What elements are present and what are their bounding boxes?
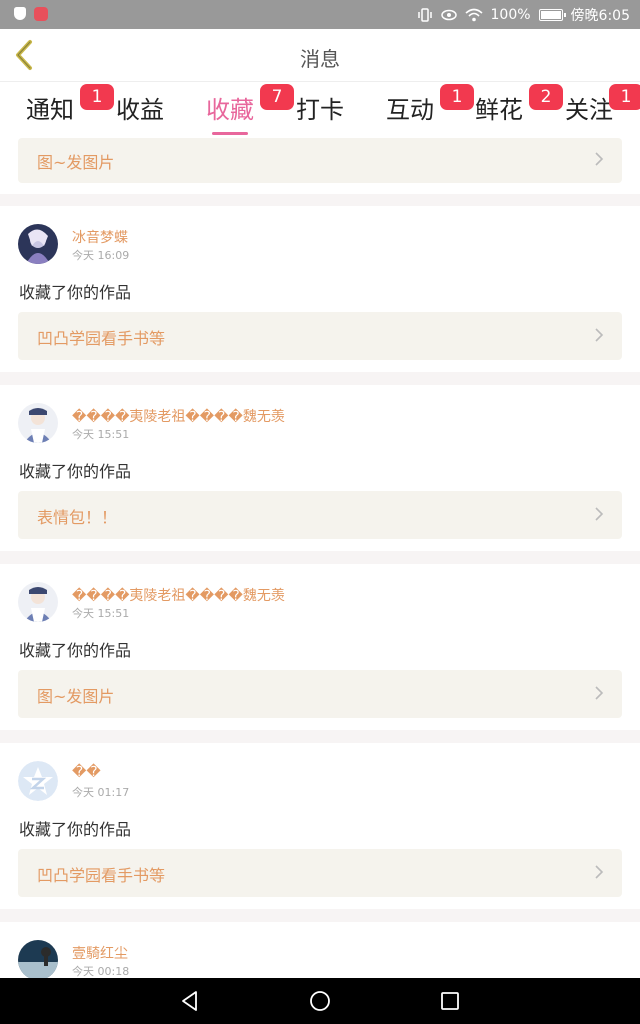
avatar[interactable]	[18, 403, 58, 443]
username[interactable]: ����夷陵老祖����魏无羡	[72, 406, 285, 426]
battery-percent: 100%	[490, 7, 531, 23]
timestamp: 今天 16:09	[72, 249, 130, 262]
notification-feed[interactable]: 图~发图片 冰音梦蝶 今天 16:09 收藏了你的作品 凹凸学园看手书等 ���…	[0, 138, 640, 978]
tab-label: 收藏	[206, 96, 254, 124]
tab-flowers[interactable]: 鲜花 2	[459, 84, 563, 136]
tab-badge: 1	[609, 84, 640, 110]
tab-label: 收益	[116, 96, 164, 124]
tab-notifications[interactable]: 通知 1	[10, 84, 114, 136]
notification-card: ����夷陵老祖����魏无羡 今天 15:51 收藏了你的作品 表情包！！	[0, 385, 640, 551]
tab-label: 打卡	[296, 96, 344, 124]
tab-interactions[interactable]: 互动 1	[370, 84, 474, 136]
action-text: 收藏了你的作品	[19, 820, 132, 839]
username[interactable]: 壹騎红尘	[72, 943, 128, 963]
status-bar: 100% 傍晚6:05	[0, 0, 640, 29]
action-text: 收藏了你的作品	[19, 462, 132, 481]
action-text: 收藏了你的作品	[19, 641, 132, 660]
notification-card: 图~发图片	[0, 138, 640, 194]
tab-label: 鲜花	[475, 96, 523, 124]
wifi-icon	[464, 8, 483, 22]
chevron-right-icon	[595, 865, 604, 879]
notification-card: 壹騎红尘 今天 00:18	[0, 922, 640, 978]
avatar[interactable]	[18, 224, 58, 264]
tab-earnings[interactable]: 收益	[100, 92, 180, 136]
system-nav-bar	[0, 978, 640, 1024]
tab-favorites[interactable]: 收藏 7	[190, 84, 294, 136]
action-text: 收藏了你的作品	[19, 283, 132, 302]
battery-icon	[538, 9, 566, 21]
work-title: 凹凸学园看手书等	[37, 866, 166, 885]
work-title: 图~发图片	[37, 687, 115, 706]
timestamp: 今天 00:18	[72, 965, 130, 978]
vibrate-icon	[417, 8, 432, 22]
work-link[interactable]: 凹凸学园看手书等	[18, 849, 622, 897]
chevron-right-icon	[595, 507, 604, 521]
default-star-avatar[interactable]	[18, 761, 58, 801]
app-notification-icon	[34, 7, 48, 21]
work-link[interactable]: 图~发图片	[18, 138, 622, 183]
timestamp: 今天 15:51	[72, 428, 130, 441]
recents-square-icon[interactable]	[438, 989, 462, 1013]
tab-following[interactable]: 关注 1	[549, 84, 640, 136]
username[interactable]: 冰音梦蝶	[72, 227, 128, 247]
username[interactable]: ����夷陵老祖����魏无羡	[72, 585, 285, 605]
work-link[interactable]: 图~发图片	[18, 670, 622, 718]
work-link[interactable]: 表情包！！	[18, 491, 622, 539]
chevron-right-icon	[595, 152, 604, 166]
notification-card: ����夷陵老祖����魏无羡 今天 15:51 收藏了你的作品 图~发图片	[0, 564, 640, 730]
tab-label: 关注	[565, 96, 613, 124]
page-title: 消息	[300, 47, 340, 71]
shield-icon	[14, 7, 26, 20]
timestamp: 今天 01:17	[72, 786, 130, 799]
tab-label: 通知	[26, 96, 74, 124]
eye-icon	[440, 9, 457, 21]
notification-card: 冰音梦蝶 今天 16:09 收藏了你的作品 凹凸学园看手书等	[0, 206, 640, 372]
tab-bar: 通知 1 收益 收藏 7 打卡 互动 1 鲜花 2 关注 1	[0, 82, 640, 138]
work-title: 表情包！！	[37, 508, 118, 527]
home-circle-icon[interactable]	[308, 989, 332, 1013]
avatar[interactable]	[18, 940, 58, 978]
avatar[interactable]	[18, 582, 58, 622]
work-title: 凹凸学园看手书等	[37, 329, 166, 348]
work-title: 图~发图片	[37, 153, 115, 172]
username[interactable]: ��	[72, 764, 101, 780]
back-triangle-icon[interactable]	[178, 989, 202, 1013]
notification-card: �� 今天 01:17 收藏了你的作品 凹凸学园看手书等	[0, 743, 640, 909]
tab-label: 互动	[386, 96, 434, 124]
tab-checkin[interactable]: 打卡	[280, 92, 360, 136]
clock: 傍晚6:05	[570, 8, 630, 24]
work-link[interactable]: 凹凸学园看手书等	[18, 312, 622, 360]
header: 消息	[0, 29, 640, 82]
chevron-right-icon	[595, 686, 604, 700]
active-tab-indicator	[212, 132, 248, 135]
timestamp: 今天 15:51	[72, 607, 130, 620]
chevron-right-icon	[595, 328, 604, 342]
